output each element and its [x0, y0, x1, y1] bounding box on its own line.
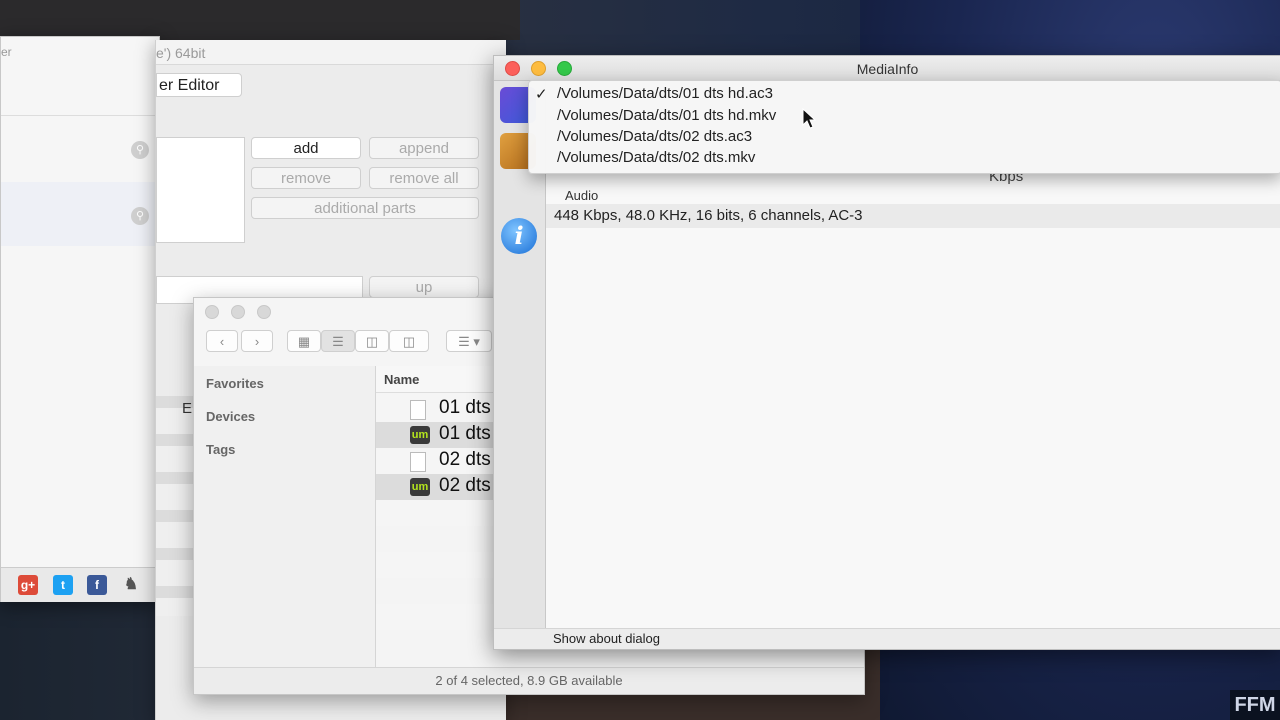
- menu-item-file[interactable]: /Volumes/Data/dts/01 dts hd.mkv: [557, 107, 776, 124]
- sidebar-item-favorites[interactable]: Favorites: [206, 376, 264, 391]
- finder-close-button[interactable]: [205, 305, 219, 319]
- editor-column-header: E: [182, 400, 193, 417]
- um-app-icon: um: [410, 478, 430, 496]
- forward-arrow-icon[interactable]: ›: [241, 330, 273, 352]
- file-name: 01 dts: [439, 397, 491, 418]
- editor-list-box[interactable]: [156, 137, 245, 243]
- up-button[interactable]: up: [369, 276, 479, 298]
- desktop-background-top: [0, 0, 520, 40]
- info-icon[interactable]: i: [501, 218, 537, 254]
- cover-flow-icon[interactable]: ◫: [389, 330, 429, 352]
- finder-minimize-button[interactable]: [231, 305, 245, 319]
- icon-view-icon[interactable]: ▦: [287, 330, 321, 352]
- sidebar-item-devices[interactable]: Devices: [206, 409, 255, 424]
- mediainfo-bottom-bar: Show about dialog: [494, 628, 1280, 649]
- editor-titlebar: e') 64bit: [156, 40, 506, 65]
- editor-window-title: e') 64bit: [156, 45, 206, 61]
- mouse-cursor-icon: [802, 108, 817, 129]
- twitter-icon[interactable]: t: [53, 575, 73, 595]
- ffm-watermark: FFM: [1230, 690, 1280, 720]
- agent-icon[interactable]: ♞: [121, 575, 141, 595]
- list-view-icon[interactable]: ☰: [321, 330, 355, 352]
- additional-parts-button[interactable]: additional parts: [251, 197, 479, 219]
- audio-section-label: Audio: [565, 188, 599, 203]
- audio-info-row[interactable]: 448 Kbps, 48.0 KHz, 16 bits, 6 channels,…: [546, 204, 1280, 228]
- um-app-icon: um: [410, 426, 430, 444]
- audio-info-text: 448 Kbps, 48.0 KHz, 16 bits, 6 channels,…: [554, 207, 863, 224]
- arrange-menu-icon[interactable]: ☰ ▾: [446, 330, 492, 352]
- menu-item-file[interactable]: /Volumes/Data/dts/02 dts.mkv: [557, 149, 755, 166]
- add-button[interactable]: add: [251, 137, 361, 159]
- file-name: 02 dts: [439, 449, 491, 470]
- menu-item-file[interactable]: /Volumes/Data/dts/02 dts.ac3: [557, 128, 752, 145]
- remove-all-button[interactable]: remove all: [369, 167, 479, 189]
- mediainfo-titlebar: MediaInfo: [494, 56, 1280, 81]
- name-column-header[interactable]: Name: [384, 372, 419, 387]
- show-about-dialog-button[interactable]: Show about dialog: [553, 631, 660, 646]
- remove-button[interactable]: remove: [251, 167, 361, 189]
- file-name: 01 dts: [439, 423, 491, 444]
- column-view-icon[interactable]: ◫: [355, 330, 389, 352]
- finder-status-bar: 2 of 4 selected, 8.9 GB available: [194, 667, 864, 694]
- append-button[interactable]: append: [369, 137, 479, 159]
- facebook-icon[interactable]: f: [87, 575, 107, 595]
- left-app-window: er ⚲ ⚲ g+ t f ♞: [0, 36, 160, 602]
- menu-item-file[interactable]: /Volumes/Data/dts/01 dts hd.ac3: [557, 85, 773, 102]
- checkmark-icon: ✓: [535, 86, 548, 103]
- search-icon[interactable]: ⚲: [131, 141, 149, 159]
- sidebar-item-tags[interactable]: Tags: [206, 442, 235, 457]
- editor-track-list: [156, 396, 196, 616]
- document-icon: [410, 400, 426, 420]
- left-window-divider: [1, 115, 159, 116]
- file-dropdown-menu: ✓ /Volumes/Data/dts/01 dts hd.ac3 /Volum…: [528, 80, 1280, 174]
- window-title: MediaInfo: [856, 61, 919, 77]
- finder-sidebar: Favorites Devices Tags: [194, 366, 376, 667]
- left-window-title: er: [1, 45, 12, 59]
- back-arrow-icon[interactable]: ‹: [206, 330, 238, 352]
- search-icon[interactable]: ⚲: [131, 207, 149, 225]
- editor-tab[interactable]: er Editor: [156, 73, 242, 97]
- finder-zoom-button[interactable]: [257, 305, 271, 319]
- google-plus-icon[interactable]: g+: [18, 575, 38, 595]
- document-icon: [410, 452, 426, 472]
- file-name: 02 dts: [439, 475, 491, 496]
